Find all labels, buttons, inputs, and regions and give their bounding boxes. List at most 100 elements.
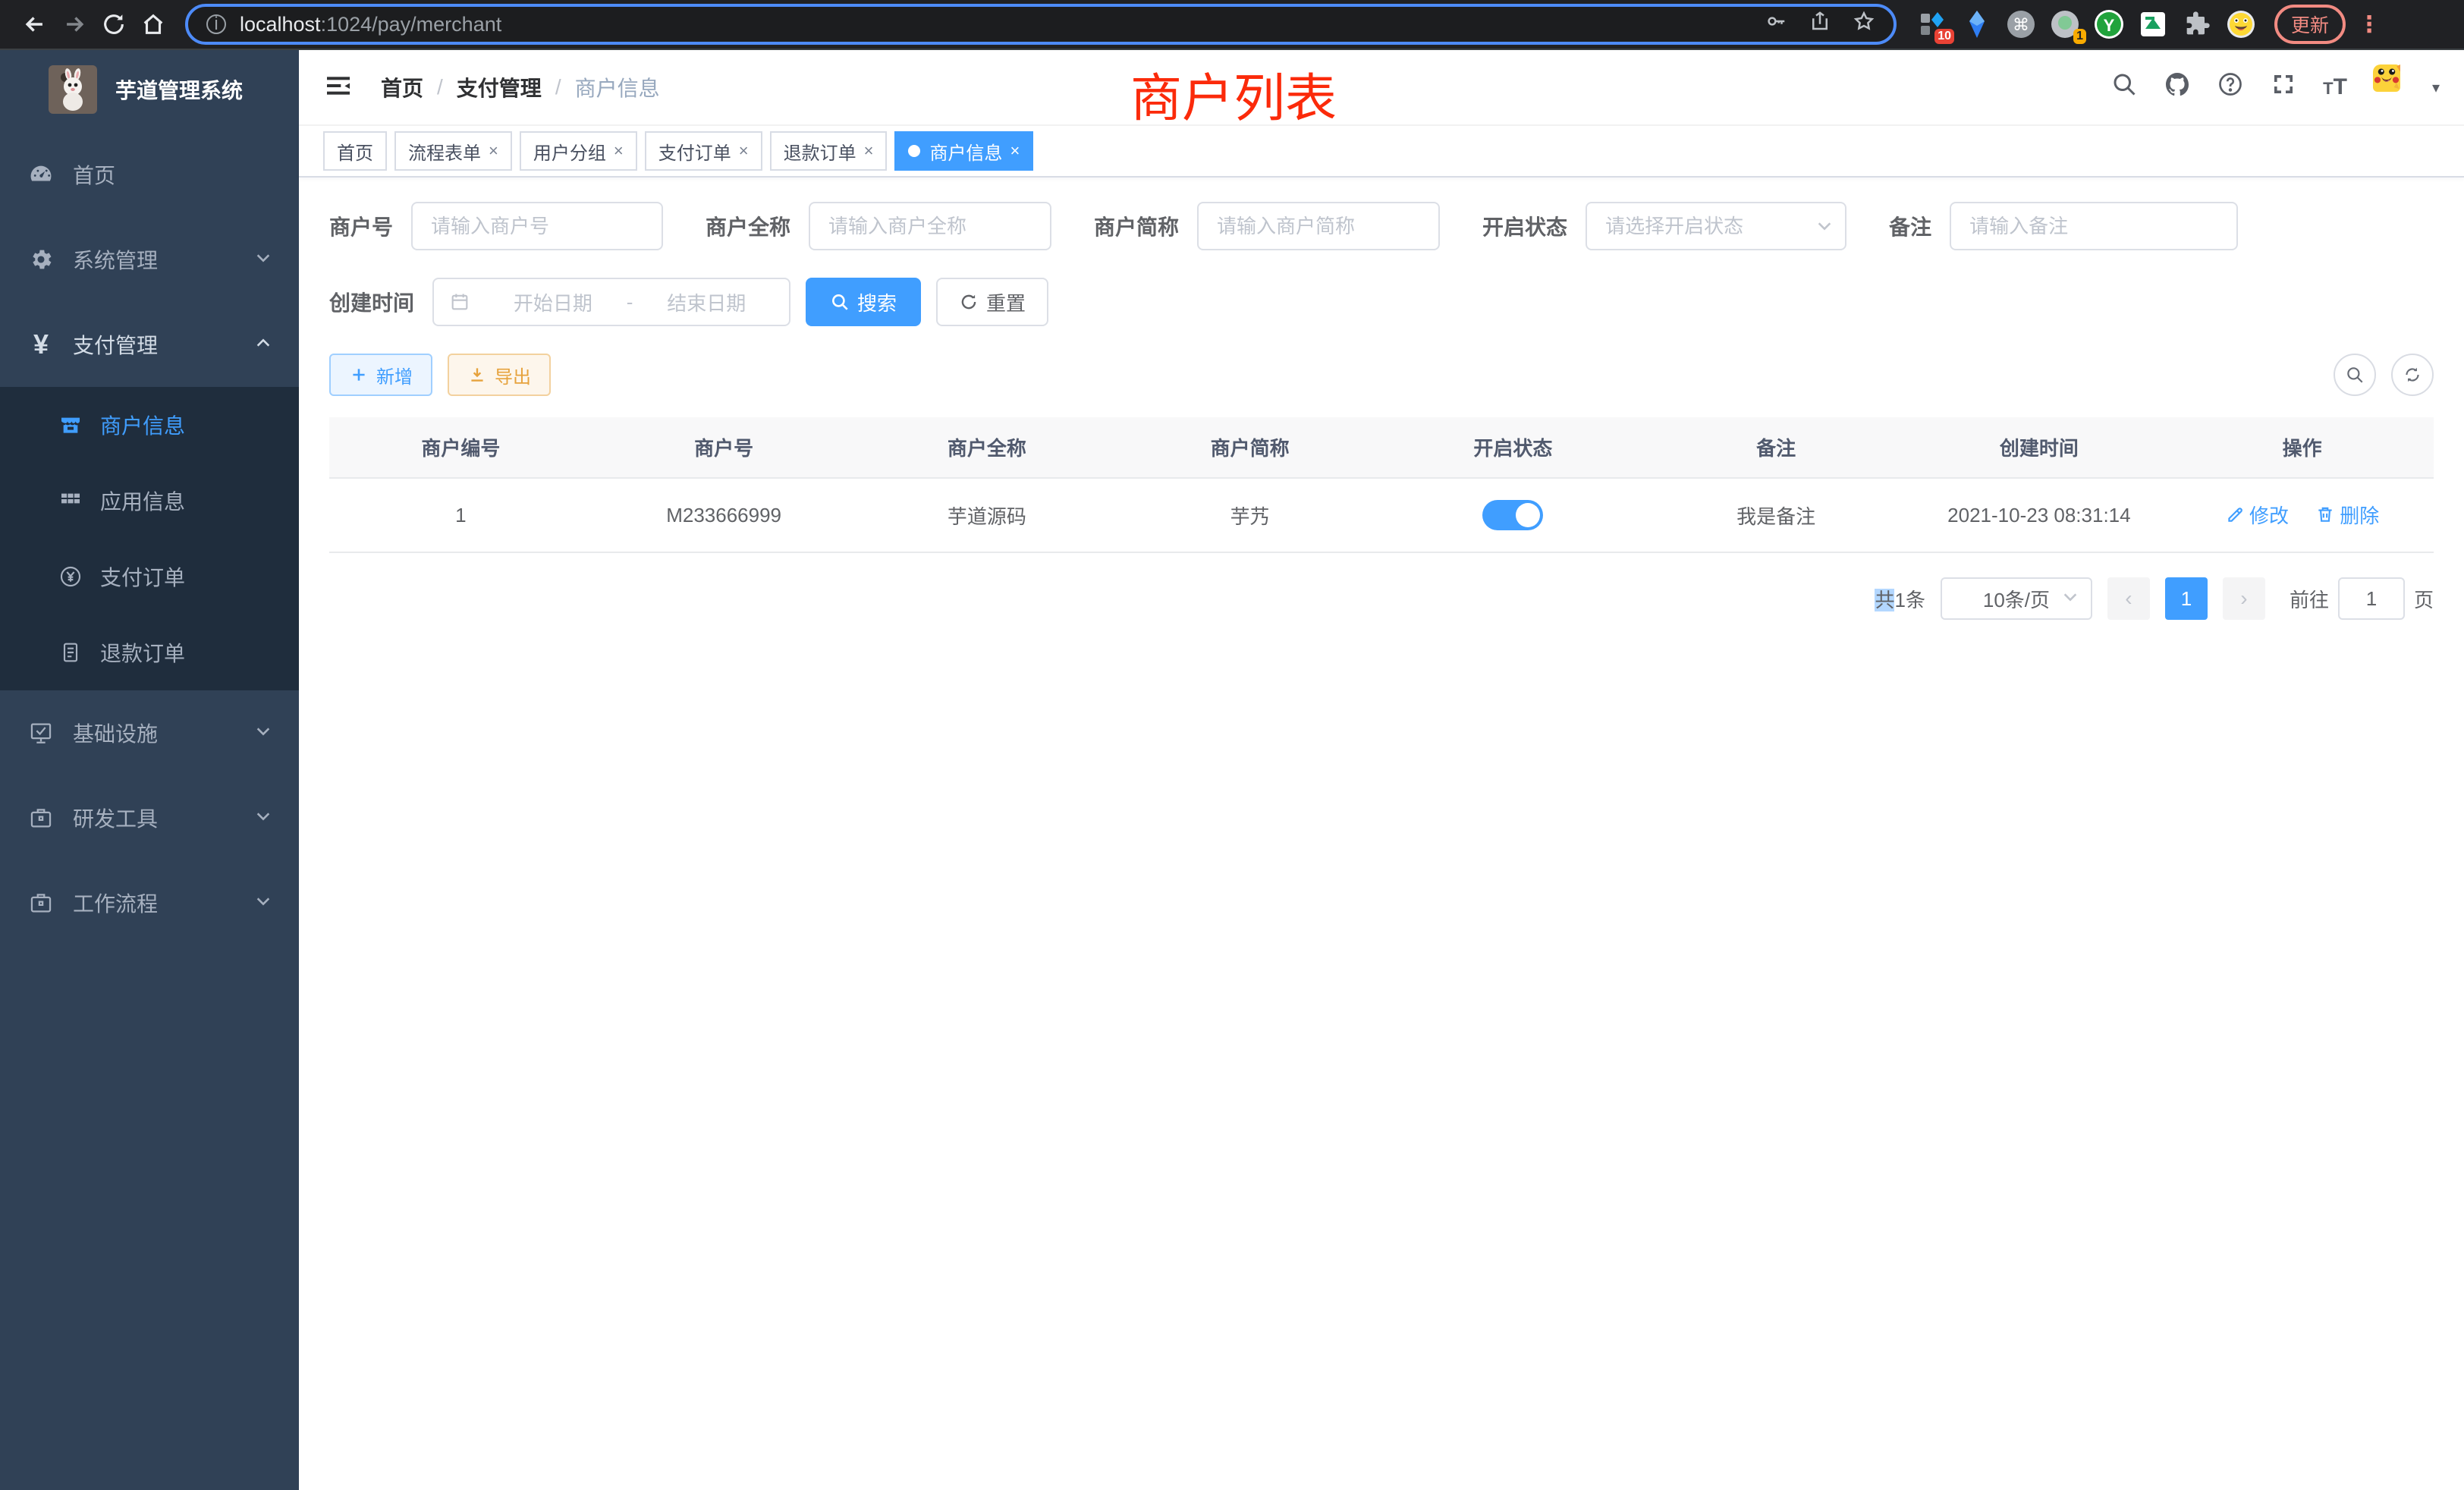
reset-button[interactable]: 重置 [936, 278, 1048, 326]
end-date-placeholder[interactable]: 结束日期 [639, 288, 774, 316]
avatar[interactable] [2373, 64, 2418, 110]
short-name-input[interactable] [1197, 202, 1440, 250]
browser-menu-icon[interactable]: ⋮ [2358, 11, 2381, 38]
extension-profile-icon[interactable]: 1 [2050, 9, 2080, 39]
sidebar-menu: 首页 系统管理 ¥ 支付管理 商户信息 [0, 132, 299, 945]
close-icon[interactable]: × [739, 141, 749, 161]
sidebar-item-devtools[interactable]: 研发工具 [0, 775, 299, 860]
remark-input[interactable] [1950, 202, 2238, 250]
close-icon[interactable]: × [614, 141, 624, 161]
extension-kite-icon[interactable] [1962, 9, 1992, 39]
extensions-puzzle-icon[interactable] [2182, 9, 2212, 39]
goto-prefix: 前往 [2290, 585, 2329, 613]
cell-merchant-no: M233666999 [592, 478, 856, 552]
delete-link[interactable]: 删除 [2315, 501, 2379, 529]
close-icon[interactable]: × [489, 141, 498, 161]
extension-tasks-icon[interactable]: 10 [1918, 9, 1948, 39]
table-header-row: 商户编号 商户号 商户全称 商户简称 开启状态 备注 创建时间 操作 [329, 417, 2434, 478]
url-text[interactable]: localhost:1024/pay/merchant [240, 13, 501, 36]
caret-down-icon[interactable]: ▾ [2432, 78, 2440, 97]
extensions-area: 10 ⌘ 1 Y [1918, 9, 2256, 39]
sidebar-item-home[interactable]: 首页 [0, 132, 299, 217]
extension-notes-icon[interactable] [2138, 9, 2168, 39]
page-1-button[interactable]: 1 [2165, 577, 2208, 620]
col-full-name: 商户全称 [856, 417, 1119, 478]
tab-process-form[interactable]: 流程表单× [394, 131, 512, 171]
sidebar-item-refund-order[interactable]: 退款订单 [0, 615, 299, 690]
extension-badge: 1 [2073, 29, 2086, 44]
close-icon[interactable]: × [1010, 141, 1020, 161]
dashboard-icon [27, 161, 55, 188]
cell-created: 2021-10-23 08:31:14 [1908, 478, 2171, 552]
export-button[interactable]: 导出 [448, 354, 551, 396]
col-status: 开启状态 [1381, 417, 1645, 478]
github-icon[interactable] [2164, 71, 2191, 104]
full-name-input[interactable] [809, 202, 1051, 250]
short-name-label: 商户简称 [1094, 211, 1179, 241]
sidebar-item-app-info[interactable]: 应用信息 [0, 463, 299, 539]
date-range-picker[interactable]: 开始日期 - 结束日期 [432, 278, 790, 326]
merchant-table: 商户编号 商户号 商户全称 商户简称 开启状态 备注 创建时间 操作 1 [329, 417, 2434, 553]
password-key-icon[interactable] [1765, 10, 1787, 39]
forward-icon[interactable] [55, 5, 94, 44]
goto-page-input[interactable] [2338, 577, 2405, 620]
font-size-icon[interactable]: TT [2323, 74, 2347, 100]
bookmark-star-icon[interactable] [1853, 10, 1875, 39]
plus-icon [349, 365, 369, 385]
status-toggle[interactable] [1482, 500, 1543, 530]
breadcrumb-parent[interactable]: 支付管理 [457, 72, 542, 102]
back-icon[interactable] [15, 5, 55, 44]
help-icon[interactable] [2217, 71, 2244, 104]
refresh-table-button[interactable] [2391, 354, 2434, 396]
tab-user-group[interactable]: 用户分组× [520, 131, 637, 171]
url-bar[interactable]: i localhost:1024/pay/merchant [185, 4, 1897, 45]
tab-merchant-info[interactable]: 商户信息× [894, 131, 1033, 171]
tab-refund-order[interactable]: 退款订单× [770, 131, 888, 171]
breadcrumb-home[interactable]: 首页 [381, 72, 423, 102]
chrome-update-button[interactable]: 更新 [2274, 5, 2346, 44]
edit-link[interactable]: 修改 [2225, 501, 2289, 529]
reload-icon[interactable] [94, 5, 134, 44]
chevron-down-icon [255, 891, 272, 915]
sidebar-item-merchant-info[interactable]: 商户信息 [0, 387, 299, 463]
sidebar-item-pay-order[interactable]: 支付订单 [0, 539, 299, 615]
merchant-no-input[interactable] [411, 202, 663, 250]
goto-suffix: 页 [2414, 585, 2434, 613]
extension-y-icon[interactable]: Y [2094, 9, 2124, 39]
col-actions: 操作 [2170, 417, 2434, 478]
extension-emoji-icon[interactable] [2226, 9, 2256, 39]
site-info-icon[interactable]: i [206, 14, 226, 34]
close-icon[interactable]: × [864, 141, 874, 161]
home-icon[interactable] [134, 5, 173, 44]
start-date-placeholder[interactable]: 开始日期 [486, 288, 621, 316]
cell-status [1381, 478, 1645, 552]
cell-short-name: 芋艿 [1118, 478, 1381, 552]
sidebar-item-pay[interactable]: ¥ 支付管理 [0, 302, 299, 387]
sidebar-item-workflow[interactable]: 工作流程 [0, 860, 299, 945]
refresh-icon [959, 292, 979, 312]
sidebar-item-infrastructure[interactable]: 基础设施 [0, 690, 299, 775]
share-icon[interactable] [1809, 10, 1831, 39]
content-area: 首页 / 支付管理 / 商户信息 商户列表 TT ▾ [299, 50, 2464, 1490]
next-page-button[interactable]: › [2223, 577, 2265, 620]
add-button[interactable]: 新增 [329, 354, 432, 396]
toggle-search-button[interactable] [2334, 354, 2376, 396]
status-select[interactable] [1586, 202, 1846, 250]
tab-pay-order[interactable]: 支付订单× [645, 131, 762, 171]
collapse-sidebar-icon[interactable] [323, 71, 357, 104]
search-icon[interactable] [2110, 71, 2138, 104]
pay-submenu: 商户信息 应用信息 支付订单 退款订单 [0, 387, 299, 690]
shop-icon [58, 412, 83, 438]
app-logo-row[interactable]: 芋道管理系统 [0, 50, 299, 129]
sidebar-item-system[interactable]: 系统管理 [0, 217, 299, 302]
search-button[interactable]: 搜索 [806, 278, 921, 326]
col-created: 创建时间 [1908, 417, 2171, 478]
toggle-knob [1516, 503, 1540, 527]
extension-command-icon[interactable]: ⌘ [2006, 9, 2036, 39]
navbar-actions: TT ▾ [2110, 64, 2440, 110]
fullscreen-icon[interactable] [2270, 71, 2297, 104]
page-size-select[interactable]: 10条/页 [1941, 577, 2092, 620]
screen: i localhost:1024/pay/merchant 10 ⌘ 1 Y [0, 0, 2464, 1490]
prev-page-button[interactable]: ‹ [2107, 577, 2150, 620]
tab-home[interactable]: 首页 [323, 131, 387, 171]
